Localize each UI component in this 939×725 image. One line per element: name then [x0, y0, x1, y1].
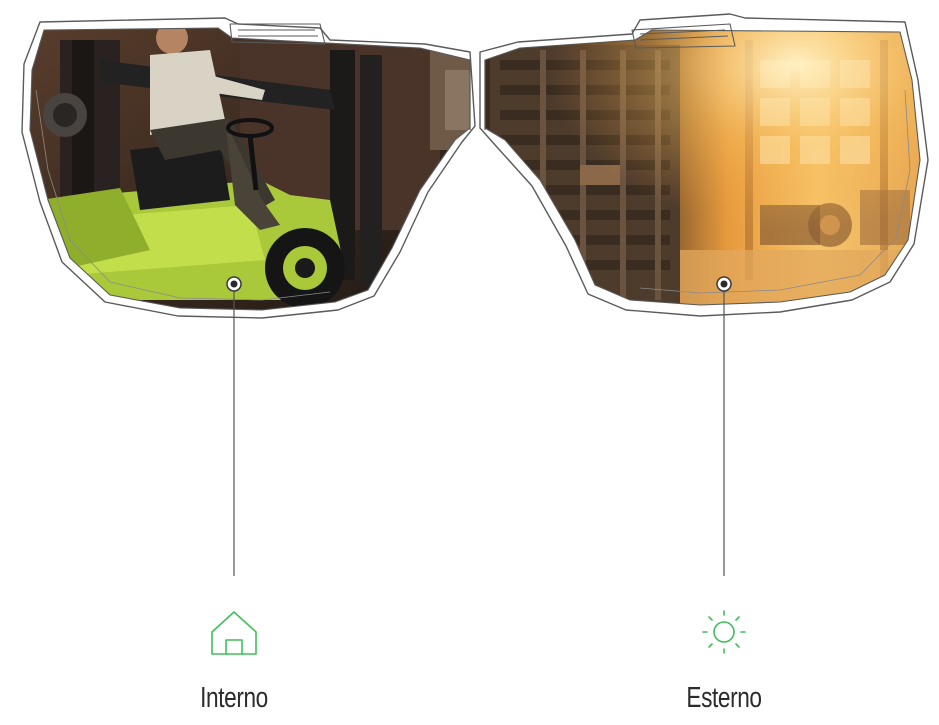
- label-interno: Interno: [200, 682, 268, 714]
- home-icon: [211, 611, 257, 655]
- lens-right-image: [485, 30, 920, 305]
- sun-icon: [702, 610, 746, 654]
- callout-right: [716, 276, 732, 576]
- label-esterno: Esterno: [686, 682, 762, 714]
- glasses-illustration: [21, 13, 929, 655]
- callout-left: [226, 276, 242, 576]
